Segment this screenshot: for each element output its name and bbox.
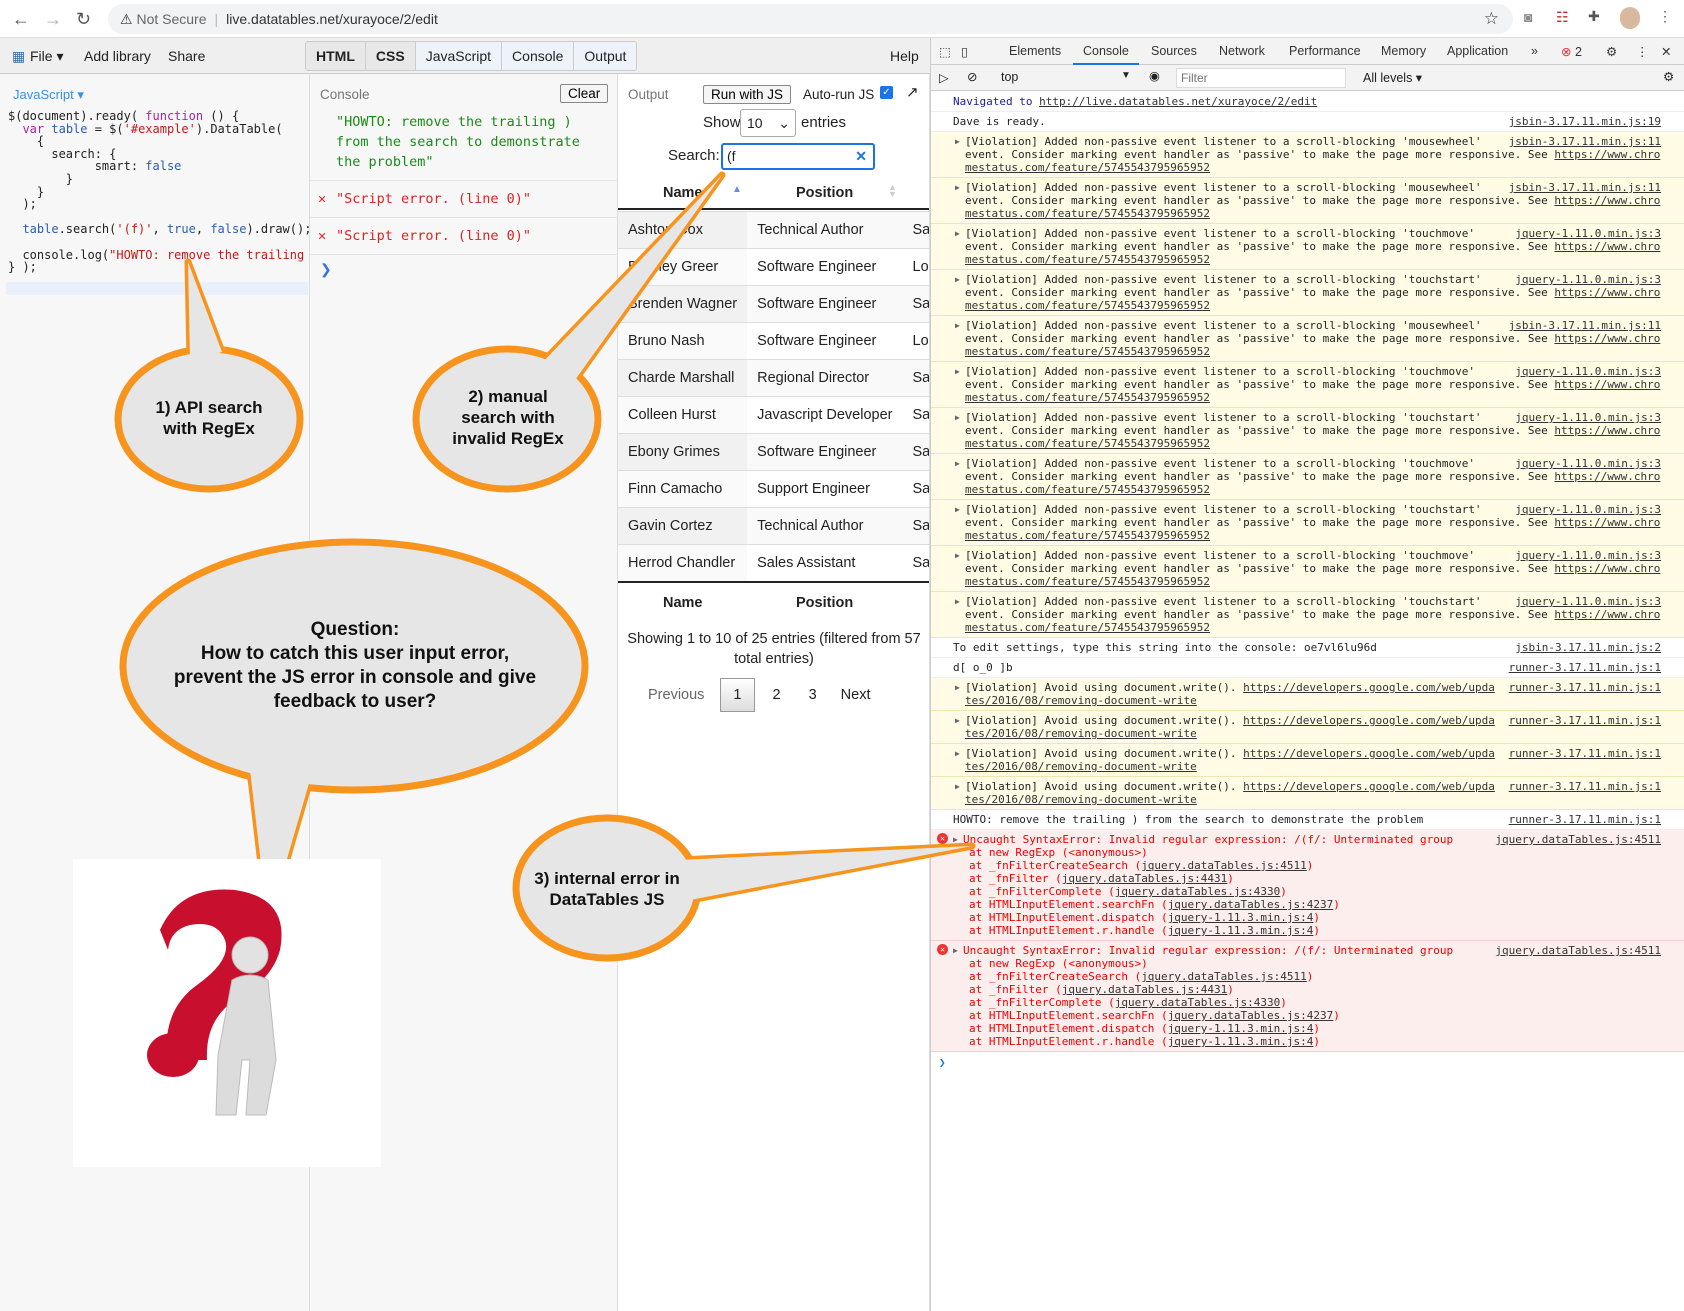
question-person-image xyxy=(73,859,381,1167)
callout-2-text: 2) manual search with invalid RegEx xyxy=(452,387,564,448)
callout-1-text: 1) API search with RegEx xyxy=(155,398,263,438)
question-title: Question: xyxy=(310,619,400,640)
callout-3-text: 3) internal error in DataTables JS xyxy=(534,869,680,909)
question-callout: Question: How to catch this user input e… xyxy=(170,618,540,714)
question-text: How to catch this user input error, prev… xyxy=(173,643,537,712)
question-mark-dot xyxy=(147,1033,199,1077)
